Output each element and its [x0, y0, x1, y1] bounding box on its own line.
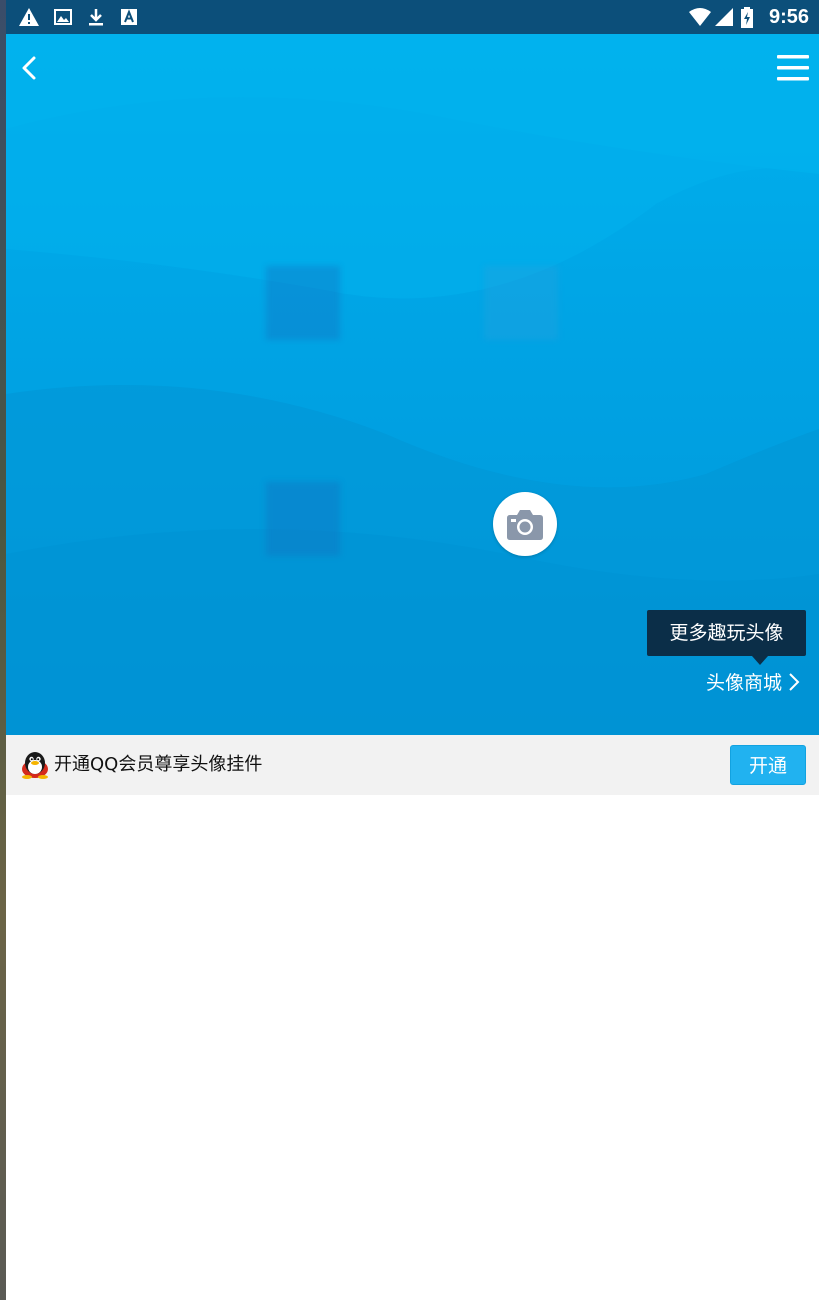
back-button[interactable] — [12, 50, 48, 86]
open-vip-button[interactable]: 开通 — [730, 745, 806, 785]
image-icon — [53, 7, 73, 27]
camera-icon — [507, 510, 543, 540]
menu-button[interactable] — [775, 50, 811, 86]
avatar-hero: 更多趣玩头像 头像商城 — [6, 34, 819, 735]
chevron-left-icon — [22, 56, 36, 80]
vip-promo-text: 开通QQ会员尊享头像挂件 — [54, 754, 263, 775]
avatar-mall-label: 头像商城 — [706, 672, 783, 694]
menu-icon — [777, 55, 809, 81]
wifi-icon — [688, 7, 712, 27]
tooltip-arrow — [752, 656, 768, 665]
avatar-image-tile — [266, 482, 340, 556]
qq-penguin-icon — [20, 751, 50, 779]
status-time: 9:56 — [768, 6, 809, 28]
status-bar: 9:56 — [6, 0, 819, 34]
vip-promo-banner: 开通QQ会员尊享头像挂件 开通 — [6, 735, 819, 795]
font-icon — [119, 7, 139, 27]
more-avatars-tooltip: 更多趣玩头像 — [647, 610, 806, 656]
change-avatar-camera-button[interactable] — [493, 492, 557, 556]
chevron-right-icon — [789, 673, 800, 691]
signal-icon — [714, 7, 734, 27]
avatar-image-tile — [266, 266, 340, 340]
avatar-mall-link[interactable]: 头像商城 — [706, 668, 800, 698]
battery-charging-icon — [740, 7, 754, 28]
content-area — [6, 795, 819, 1300]
download-icon — [86, 7, 106, 27]
warning-icon — [18, 7, 39, 27]
avatar-image-tile — [484, 266, 558, 340]
app-screen: 9:56 更多趣玩头像 头像商城 开通QQ会员尊享头像挂件 开通 — [6, 0, 819, 1300]
